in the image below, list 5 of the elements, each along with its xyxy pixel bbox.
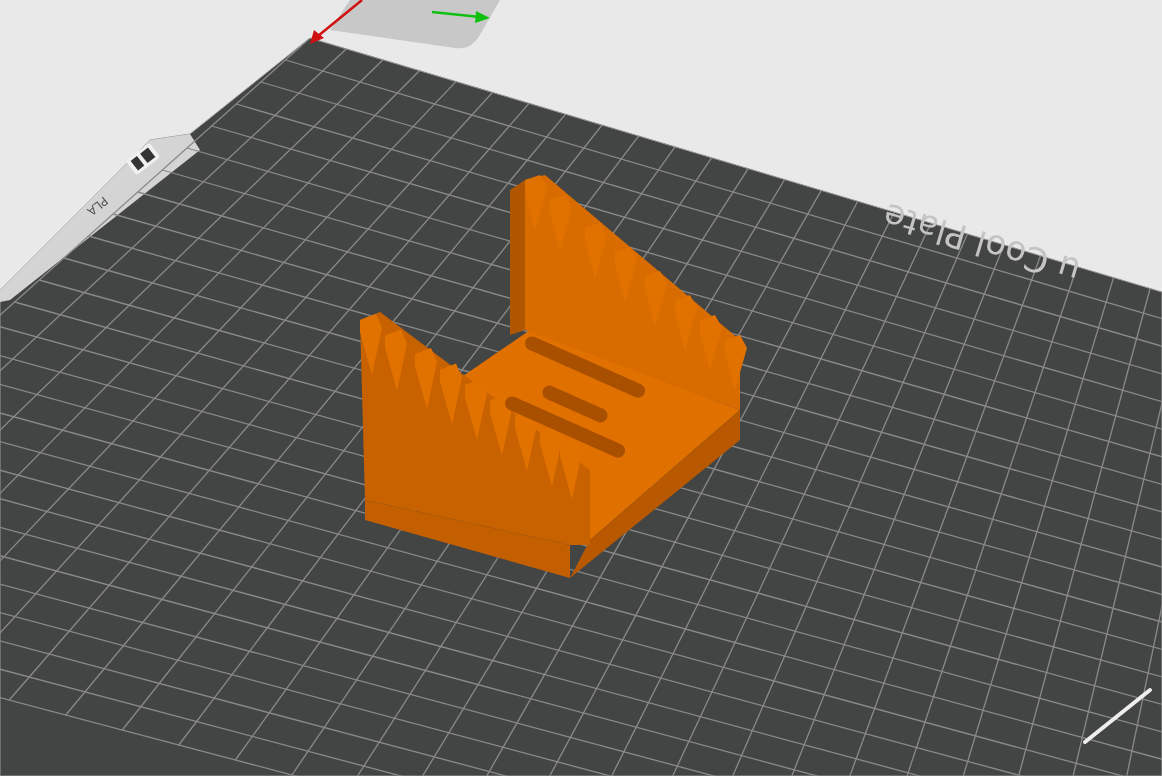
plate-mark-line <box>1083 688 1152 744</box>
plate-name-label: u Cool Plate <box>878 195 1085 292</box>
filament-label: PLA <box>84 193 111 219</box>
y-axis-arrow <box>431 10 490 23</box>
x-axis-arrow <box>310 0 363 44</box>
